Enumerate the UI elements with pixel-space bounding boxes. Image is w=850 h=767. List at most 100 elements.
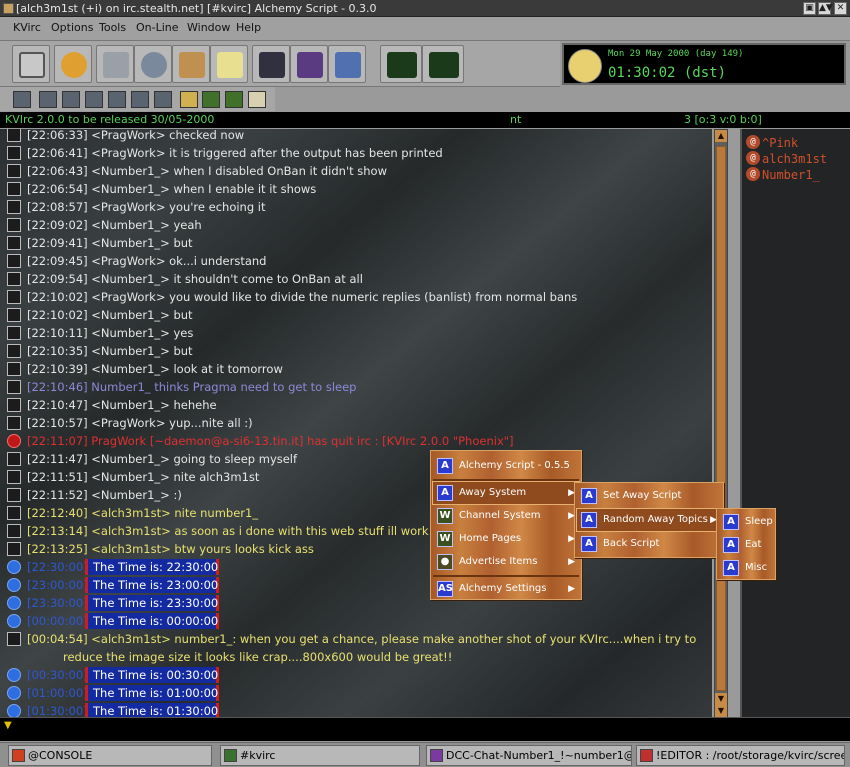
channel-topic[interactable]: KVIrc 2.0.0 to be released 30/05-2000 xyxy=(5,112,214,127)
chat-output[interactable]: [22:06:33] <PragWork> checked now [22:06:… xyxy=(0,129,712,717)
timer-text: The Time is: 00:00:00 xyxy=(85,613,219,629)
console-button[interactable] xyxy=(12,45,50,83)
chat-line-text: [22:11:51] <Number1_> nite alch3m1st xyxy=(27,470,260,484)
menu-away-system[interactable]: A Away System ▶ xyxy=(432,481,580,505)
chat-line-text: [22:11:07] PragWork [~daemon@a-si6-13.ti… xyxy=(27,434,514,448)
window-icon xyxy=(3,3,14,14)
chat-line-text: [22:13:14] <alch3m1st> as soon as i done… xyxy=(27,524,447,538)
menu-tools[interactable]: Tools xyxy=(99,21,126,34)
task-kvirc[interactable]: #kvirc xyxy=(220,745,420,766)
computer-button[interactable] xyxy=(96,45,134,83)
settings-button[interactable] xyxy=(134,45,172,83)
message-icon xyxy=(7,452,21,466)
menu-advertise-items[interactable]: ● Advertise Items ▶ xyxy=(433,551,579,573)
scroll-up-icon[interactable]: ▲ xyxy=(715,130,727,142)
main-toolbar xyxy=(0,41,560,87)
chat-line-text: [22:10:11] <Number1_> yes xyxy=(27,326,194,340)
menu-window[interactable]: Window xyxy=(187,21,230,34)
w2-icon[interactable] xyxy=(225,91,243,108)
menu-online[interactable]: On-Line xyxy=(136,21,179,34)
task-dcc-chat[interactable]: DCC-Chat-Number1_!~number1@li... xyxy=(426,745,632,766)
scroll-down-icon[interactable]: ▼ xyxy=(715,693,727,705)
menu-back-script-label: Back Script xyxy=(603,538,660,549)
menu-eat[interactable]: A Eat xyxy=(719,534,773,556)
menu-channel-system[interactable]: W Channel System ▶ xyxy=(433,505,579,527)
alchemy-icon: A xyxy=(723,560,739,576)
message-icon xyxy=(7,380,21,394)
stop-icon[interactable] xyxy=(108,91,126,108)
envelope-icon[interactable] xyxy=(248,91,266,108)
chat-line: [00:00:00] The Time is: 00:00:00 xyxy=(0,612,712,630)
message-icon xyxy=(7,524,21,538)
input-line[interactable]: ▼ xyxy=(0,717,850,741)
task-dcc-label: DCC-Chat-Number1_!~number1@li... xyxy=(446,749,632,762)
w-icon[interactable] xyxy=(202,91,220,108)
menu-set-away-script[interactable]: A Set Away Script xyxy=(577,485,721,507)
quit-icon xyxy=(7,434,21,448)
waveform-icon[interactable] xyxy=(13,91,31,108)
popup-title-item[interactable]: A Alchemy Script - 0.5.5 xyxy=(433,455,579,477)
user-list[interactable]: @ ^Pink @ alch3m1st @ Number1_ xyxy=(740,129,850,717)
chat-line-text: [22:13:25] <alch3m1st> btw yours looks k… xyxy=(27,542,314,556)
kvirc-window: [alch3m1st (+i) on irc.stealth.net] [#kv… xyxy=(0,0,850,767)
whatsthis-button[interactable] xyxy=(328,45,366,83)
message-icon xyxy=(7,272,21,286)
maximize-button[interactable]: ▣ xyxy=(803,2,816,15)
chat-line-text: [00:04:54] <alch3m1st> number1_: when yo… xyxy=(27,632,697,646)
folder-button[interactable] xyxy=(172,45,210,83)
task-console[interactable]: @CONSOLE xyxy=(8,745,212,766)
message-icon xyxy=(7,164,21,178)
irc-link-button[interactable] xyxy=(380,45,422,83)
menu-sleep[interactable]: A Sleep xyxy=(719,511,773,533)
chat-scrollbar[interactable]: ▲ ▼ ▼ xyxy=(714,129,728,717)
note-icon[interactable] xyxy=(180,91,198,108)
chat-line-text: [22:09:02] <Number1_> yeah xyxy=(27,218,202,232)
window-title: [alch3m1st (+i) on irc.stealth.net] [#kv… xyxy=(16,2,377,15)
channel-mode[interactable]: nt xyxy=(510,112,521,127)
op-icon: @ xyxy=(746,151,760,165)
channel-status-bar: KVIrc 2.0.0 to be released 30/05-2000 nt… xyxy=(0,112,850,128)
timer-timestamp: [23:30:00] xyxy=(27,596,88,610)
play-icon[interactable] xyxy=(62,91,80,108)
menu-home-pages[interactable]: W Home Pages ▶ xyxy=(433,528,579,550)
message-icon xyxy=(7,542,21,556)
list-button[interactable] xyxy=(252,45,290,83)
user-list-item[interactable]: @ ^Pink xyxy=(746,135,798,151)
menu-alchemy-settings[interactable]: AS Alchemy Settings ▶ xyxy=(433,578,579,600)
menu-bar: KVirc Options Tools On-Line Window Help xyxy=(0,17,850,41)
smiley-button[interactable] xyxy=(54,45,92,83)
skip-back-icon[interactable] xyxy=(39,91,57,108)
close-button[interactable]: ✕ xyxy=(834,2,847,15)
message-icon xyxy=(7,326,21,340)
user-nick: ^Pink xyxy=(762,136,799,150)
chat-line: [00:30:00] The Time is: 00:30:00 xyxy=(0,666,712,684)
chat-line: [22:06:43] <Number1_> when I disabled On… xyxy=(0,162,712,180)
menu-misc[interactable]: A Misc xyxy=(719,557,773,579)
eject-icon[interactable] xyxy=(154,91,172,108)
menu-kvirc[interactable]: KVirc xyxy=(13,21,41,34)
menu-help[interactable]: Help xyxy=(236,21,261,34)
menu-back-script[interactable]: A Back Script xyxy=(577,533,721,555)
help-button[interactable] xyxy=(290,45,328,83)
user-list-item[interactable]: @ alch3m1st xyxy=(746,151,827,167)
skip-forward-icon[interactable] xyxy=(131,91,149,108)
popup-separator xyxy=(433,479,579,481)
shade-button[interactable]: ▲▼ xyxy=(818,2,833,15)
message-icon xyxy=(7,146,21,160)
scroll-thumb[interactable] xyxy=(716,146,726,691)
menu-channel-system-label: Channel System xyxy=(459,510,541,521)
chat-line-text: reduce the image size it looks like crap… xyxy=(63,650,453,664)
chat-line-text: [22:09:41] <Number1_> but xyxy=(27,236,193,250)
pause-icon[interactable] xyxy=(85,91,103,108)
alchemy-icon: A xyxy=(723,514,739,530)
user-list-item[interactable]: @ Number1_ xyxy=(746,167,820,183)
irc-link-2-button[interactable] xyxy=(422,45,464,83)
notes-button[interactable] xyxy=(210,45,248,83)
chat-line: [22:30:00] The Time is: 22:30:00 xyxy=(0,558,712,576)
chat-line: [22:10:02] <Number1_> but xyxy=(0,306,712,324)
task-editor[interactable]: !EDITOR : /root/storage/kvirc/screens... xyxy=(636,745,845,766)
menu-misc-label: Misc xyxy=(745,562,768,573)
menu-random-away-topics[interactable]: A Random Away Topics ▶ xyxy=(576,508,722,532)
menu-options[interactable]: Options xyxy=(51,21,93,34)
scroll-down-2-icon[interactable]: ▼ xyxy=(715,705,727,717)
